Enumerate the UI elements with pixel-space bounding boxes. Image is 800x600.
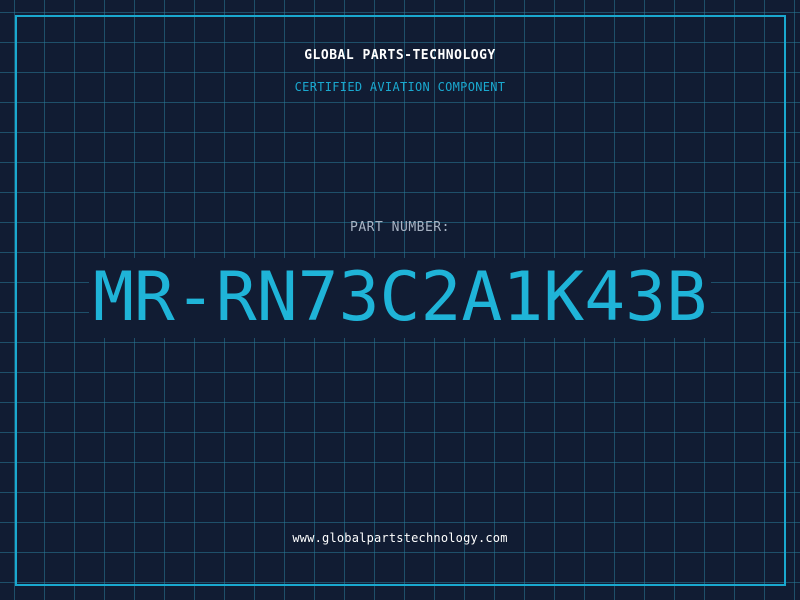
certification-tagline: CERTIFIED AVIATION COMPONENT [294, 80, 506, 94]
website-url: www.globalpartstechnology.com [292, 531, 508, 545]
part-number-container: MR-RN73C2A1K43B [0, 258, 800, 338]
part-number-value: MR-RN73C2A1K43B [88, 258, 712, 338]
part-number-label: PART NUMBER: [350, 220, 450, 235]
company-name: GLOBAL PARTS-TECHNOLOGY [304, 48, 496, 63]
